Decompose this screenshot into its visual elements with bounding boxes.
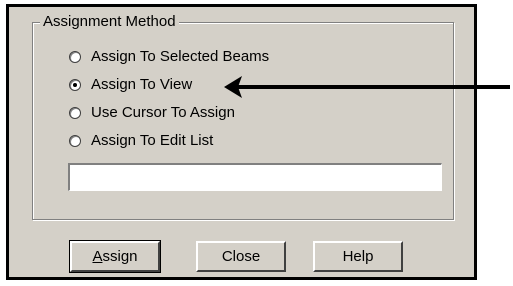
radio-button-selected[interactable]	[69, 79, 81, 91]
edit-list-field[interactable]	[68, 163, 442, 191]
assign-button-label: Assign	[92, 248, 138, 265]
close-button[interactable]: Close	[196, 241, 286, 272]
radio-label: Assign To View	[91, 76, 193, 93]
radio-assign-to-view[interactable]: Assign To View	[69, 74, 192, 96]
help-button-label: Help	[342, 248, 374, 265]
radio-assign-selected-beams[interactable]: Assign To Selected Beams	[69, 46, 269, 68]
radio-button[interactable]	[69, 107, 81, 119]
radio-assign-to-edit-list[interactable]: Assign To Edit List	[69, 130, 213, 152]
radio-button[interactable]	[69, 135, 81, 147]
arrow-left-icon	[224, 76, 510, 98]
assignment-dialog: Assignment Method Assign To Selected Bea…	[6, 4, 477, 280]
assign-button[interactable]: Assign	[69, 240, 161, 273]
radio-label: Assign To Edit List	[91, 132, 214, 149]
radio-button[interactable]	[69, 51, 81, 63]
radio-label: Assign To Selected Beams	[91, 48, 270, 65]
radio-label: Use Cursor To Assign	[91, 104, 235, 121]
help-button[interactable]: Help	[313, 241, 403, 272]
radio-use-cursor-to-assign[interactable]: Use Cursor To Assign	[69, 102, 235, 124]
close-button-label: Close	[221, 248, 261, 265]
group-title: Assignment Method	[40, 13, 179, 31]
